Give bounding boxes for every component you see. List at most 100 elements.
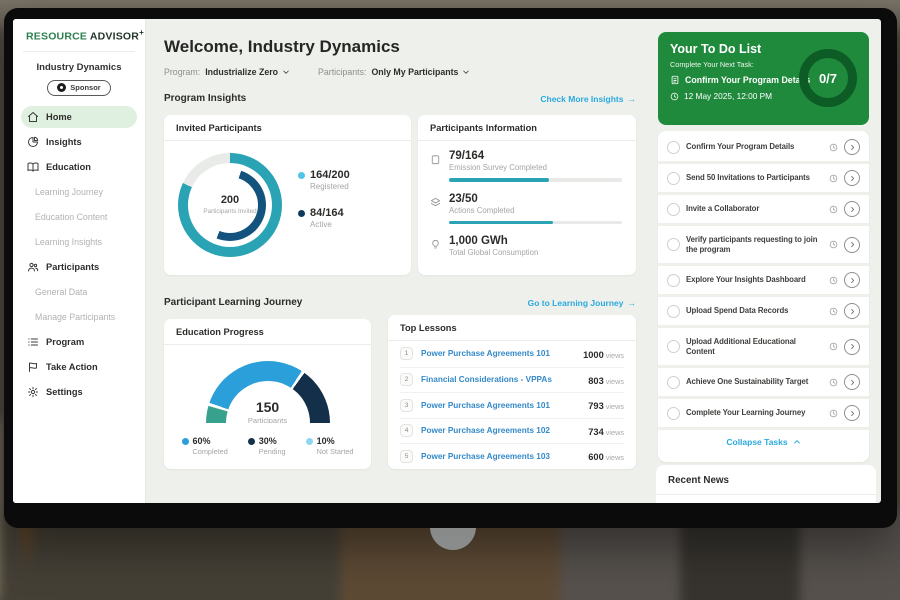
sponsor-icon [57, 83, 66, 92]
sidebar-item-education[interactable]: Education [21, 156, 137, 178]
sidebar-item-home[interactable]: Home [21, 106, 137, 128]
legend-dot [248, 438, 255, 445]
task-open-button[interactable] [844, 237, 860, 253]
chevron-down-icon [462, 68, 470, 76]
sidebar-item-insights[interactable]: Insights [21, 131, 137, 153]
task-checkbox[interactable] [667, 340, 680, 353]
task-open-button[interactable] [844, 405, 860, 421]
card-title: Education Progress [164, 319, 371, 345]
task-row: Upload Spend Data Records [658, 297, 869, 328]
progress-bar [449, 221, 622, 225]
sidebar-item-label: Learning Insights [35, 237, 102, 247]
stat-global-consumption: 1,000 GWh Total Global Consumption [418, 226, 636, 259]
education-progress-gauge: 150 Participants [206, 361, 330, 423]
progress-fill [449, 178, 549, 182]
task-checkbox[interactable] [667, 305, 680, 318]
insights-icon [27, 136, 39, 148]
legend-label: Not Started [317, 447, 354, 456]
task-label: Confirm Your Program Details [686, 142, 823, 152]
participants-select-value: Only My Participants [371, 67, 458, 77]
chevron-right-icon [849, 144, 856, 151]
sidebar-item-settings[interactable]: Settings [21, 381, 137, 403]
recent-news-title: Recent News [656, 465, 876, 495]
lesson-row: 4 Power Purchase Agreements 102 734views [400, 418, 624, 444]
gauge-center-label: Participants [206, 416, 330, 423]
sidebar-item-label: Participants [46, 262, 99, 272]
sidebar-item-education-content[interactable]: Education Content [21, 206, 137, 228]
sidebar-item-learning-insights[interactable]: Learning Insights [21, 231, 137, 253]
lesson-link[interactable]: Power Purchase Agreements 101 [421, 349, 575, 358]
sidebar-item-label: Learning Journey [35, 187, 103, 197]
sidebar-item-take-action[interactable]: Take Action [21, 356, 137, 378]
program-list-icon [27, 336, 39, 348]
lesson-rank: 4 [400, 424, 413, 437]
participants-filter-label: Participants: [318, 67, 366, 77]
task-checkbox[interactable] [667, 238, 680, 251]
collapse-tasks-link[interactable]: Collapse Tasks [658, 430, 869, 454]
task-checkbox[interactable] [667, 407, 680, 420]
main-content: Welcome, Industry Dynamics Program: Indu… [146, 19, 658, 503]
card-title: Invited Participants [164, 115, 411, 141]
lesson-link[interactable]: Power Purchase Agreements 101 [421, 401, 580, 410]
task-row: Verify participants requesting to join t… [658, 226, 869, 266]
top-lessons-list: 1 Power Purchase Agreements 101 1000view… [388, 341, 636, 469]
top-lessons-card: Top Lessons 1 Power Purchase Agreements … [388, 315, 636, 469]
task-checkbox[interactable] [667, 274, 680, 287]
participants-icon [27, 261, 39, 273]
stat-label: Emission Survey Completed [449, 163, 622, 172]
lesson-link[interactable]: Power Purchase Agreements 103 [421, 452, 580, 461]
link-label: Check More Insights [540, 94, 623, 104]
lesson-link[interactable]: Financial Considerations - VPPAs [421, 375, 580, 384]
sidebar-item-general-data[interactable]: General Data [21, 281, 137, 303]
legend-pending: 30% Pending [248, 436, 286, 456]
task-checkbox[interactable] [667, 203, 680, 216]
page-title: Welcome, Industry Dynamics [164, 37, 400, 57]
clock-icon [829, 276, 838, 285]
arrow-right-icon: → [628, 94, 637, 104]
chevron-right-icon [849, 343, 856, 350]
sidebar-item-manage-participants[interactable]: Manage Participants [21, 306, 137, 328]
sponsor-label: Sponsor [70, 83, 100, 92]
task-label: Verify participants requesting to join t… [686, 235, 823, 254]
task-checkbox[interactable] [667, 376, 680, 389]
brand-advisor: ADVISOR [90, 31, 139, 43]
task-open-button[interactable] [844, 201, 860, 217]
lesson-row: 2 Financial Considerations - VPPAs 803vi… [400, 367, 624, 393]
legend-not-started: 10% Not Started [306, 436, 354, 456]
take-action-icon [27, 361, 39, 373]
sidebar-item-participants[interactable]: Participants [21, 256, 137, 278]
participants-select[interactable]: Only My Participants [371, 67, 470, 77]
scene: RESOURCE ADVISOR+ Industry Dynamics Spon… [0, 0, 900, 600]
task-checkbox[interactable] [667, 172, 680, 185]
lesson-link[interactable]: Power Purchase Agreements 102 [421, 426, 580, 435]
task-row: Achieve One Sustainability Target [658, 368, 869, 399]
brand-logo[interactable]: RESOURCE ADVISOR+ [13, 19, 145, 43]
chevron-up-icon [793, 438, 801, 446]
task-open-button[interactable] [844, 139, 860, 155]
legend-value: 164/200 [310, 169, 350, 181]
sidebar-item-label: Take Action [46, 362, 98, 372]
todo-progress-count: 0/7 [819, 71, 837, 86]
stat-label: Actions Completed [449, 206, 622, 215]
stat-actions-completed: 23/50 Actions Completed [418, 184, 636, 227]
lesson-views: 803 [588, 376, 604, 386]
check-more-insights-link[interactable]: Check More Insights → [540, 94, 636, 104]
sidebar-item-label: Home [46, 112, 72, 122]
sidebar-nav: Home Insights Education Learning Journey… [13, 106, 145, 403]
progress-fill [449, 221, 553, 225]
sidebar-item-program[interactable]: Program [21, 331, 137, 353]
task-row: Explore Your Insights Dashboard [658, 266, 869, 297]
task-open-button[interactable] [844, 170, 860, 186]
go-to-learning-journey-link[interactable]: Go to Learning Journey → [528, 298, 636, 308]
task-open-button[interactable] [844, 303, 860, 319]
task-open-button[interactable] [844, 272, 860, 288]
program-select[interactable]: Industrialize Zero [205, 67, 290, 77]
task-label: Explore Your Insights Dashboard [686, 275, 823, 285]
legend-label: Active [310, 220, 350, 229]
task-open-button[interactable] [844, 374, 860, 390]
education-icon [27, 161, 39, 173]
task-checkbox[interactable] [667, 141, 680, 154]
sidebar-item-learning-journey[interactable]: Learning Journey [21, 181, 137, 203]
sponsor-badge[interactable]: Sponsor [47, 80, 111, 96]
task-open-button[interactable] [844, 339, 860, 355]
